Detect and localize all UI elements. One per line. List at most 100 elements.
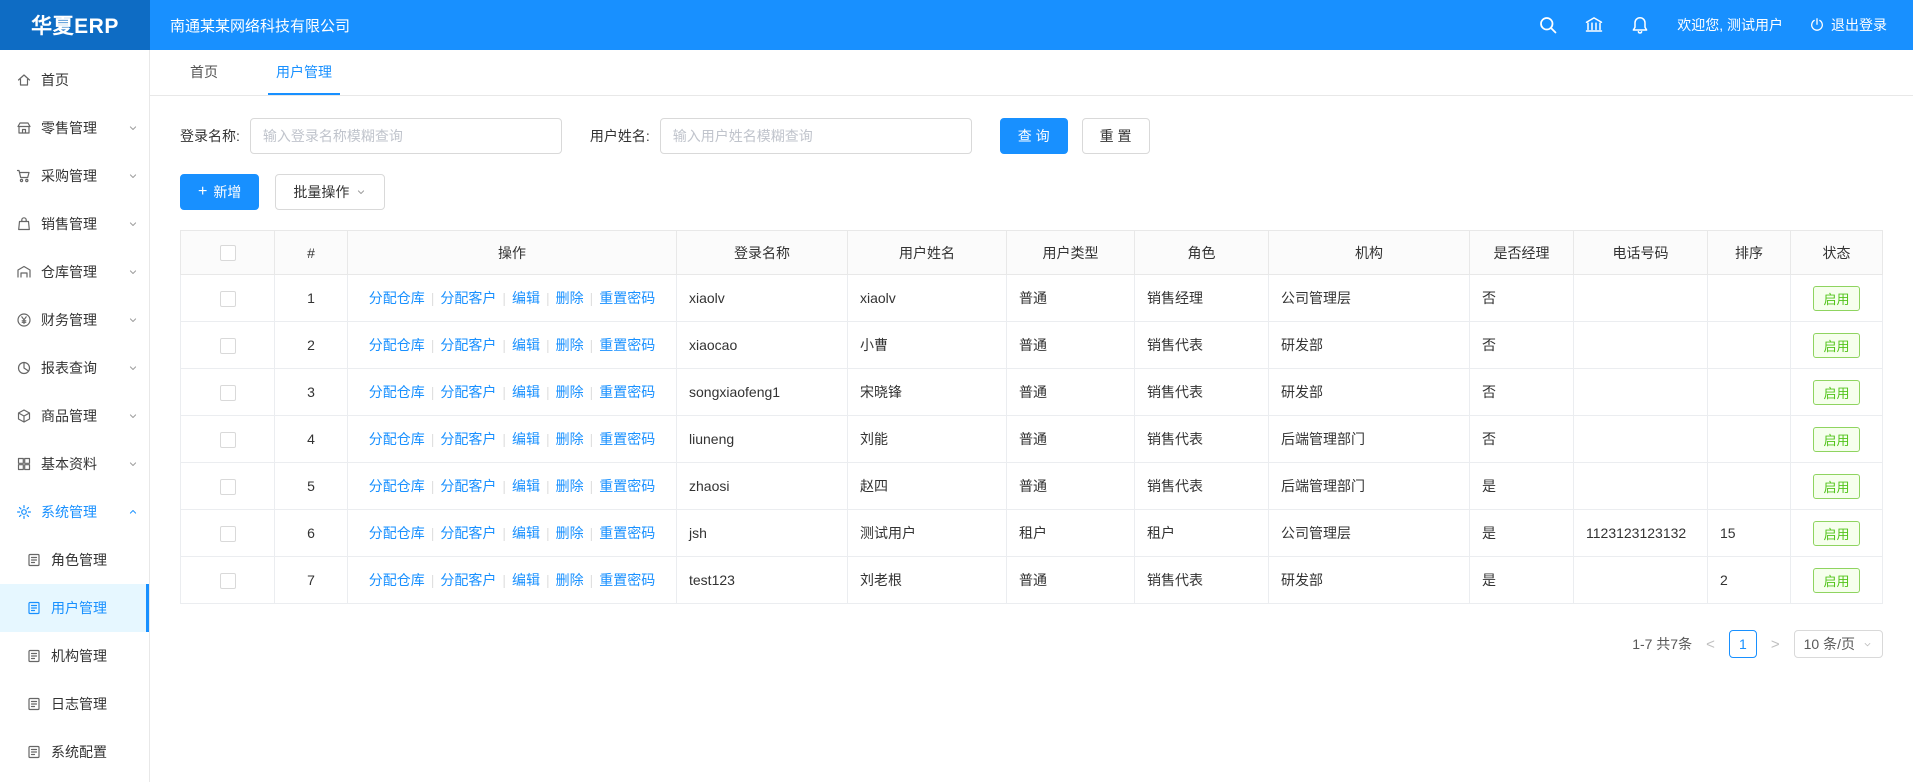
sidebar-item-org-mgmt[interactable]: 机构管理 xyxy=(0,632,149,680)
sidebar-item-system-config[interactable]: 系统配置 xyxy=(0,728,149,776)
action-edit-link[interactable]: 编辑 xyxy=(512,384,540,400)
cell-org: 公司管理层 xyxy=(1269,510,1470,557)
user-name-input[interactable] xyxy=(660,118,972,154)
page-1-button[interactable]: 1 xyxy=(1729,630,1757,658)
row-checkbox[interactable] xyxy=(220,479,236,495)
sidebar-item-label: 角色管理 xyxy=(51,550,139,570)
row-checkbox[interactable] xyxy=(220,385,236,401)
select-all-checkbox[interactable] xyxy=(220,245,236,261)
action-reset-password-link[interactable]: 重置密码 xyxy=(599,525,655,541)
cell-status: 启用 xyxy=(1791,322,1883,369)
row-checkbox[interactable] xyxy=(220,338,236,354)
sidebar-item-label: 系统管理 xyxy=(41,502,127,522)
action-reset-password-link[interactable]: 重置密码 xyxy=(599,431,655,447)
bank-icon[interactable] xyxy=(1584,15,1604,35)
cell-name: 刘老根 xyxy=(848,557,1007,604)
sidebar-item-finance[interactable]: 财务管理 xyxy=(0,296,149,344)
cell-phone xyxy=(1574,463,1708,510)
action-edit-link[interactable]: 编辑 xyxy=(512,478,540,494)
action-assign-customer-link[interactable]: 分配客户 xyxy=(440,431,496,447)
row-checkbox[interactable] xyxy=(220,573,236,589)
search-button[interactable]: 查 询 xyxy=(1000,118,1068,154)
action-assign-customer-link[interactable]: 分配客户 xyxy=(440,572,496,588)
sidebar-item-log-mgmt[interactable]: 日志管理 xyxy=(0,680,149,728)
sidebar-item-system[interactable]: 系统管理 xyxy=(0,488,149,536)
action-edit-link[interactable]: 编辑 xyxy=(512,525,540,541)
sidebar-item-purchase[interactable]: 采购管理 xyxy=(0,152,149,200)
action-reset-password-link[interactable]: 重置密码 xyxy=(599,337,655,353)
prev-page-button[interactable]: < xyxy=(1704,636,1717,653)
row-checkbox[interactable] xyxy=(220,432,236,448)
batch-operations-button[interactable]: 批量操作 xyxy=(275,174,385,210)
action-delete-link[interactable]: 删除 xyxy=(556,478,584,494)
logout-button[interactable]: 退出登录 xyxy=(1809,15,1887,35)
sidebar-item-retail[interactable]: 零售管理 xyxy=(0,104,149,152)
action-assign-customer-link[interactable]: 分配客户 xyxy=(440,384,496,400)
reset-button[interactable]: 重 置 xyxy=(1082,118,1150,154)
document-icon xyxy=(26,696,42,712)
sidebar-item-home[interactable]: 首页 xyxy=(0,56,149,104)
action-assign-warehouse-link[interactable]: 分配仓库 xyxy=(369,337,425,353)
sidebar-item-role-mgmt[interactable]: 角色管理 xyxy=(0,536,149,584)
action-assign-warehouse-link[interactable]: 分配仓库 xyxy=(369,384,425,400)
action-reset-password-link[interactable]: 重置密码 xyxy=(599,572,655,588)
action-assign-customer-link[interactable]: 分配客户 xyxy=(440,478,496,494)
sidebar-item-goods[interactable]: 商品管理 xyxy=(0,392,149,440)
status-badge[interactable]: 启用 xyxy=(1813,286,1859,311)
status-badge[interactable]: 启用 xyxy=(1813,521,1859,546)
status-badge[interactable]: 启用 xyxy=(1813,333,1859,358)
action-delete-link[interactable]: 删除 xyxy=(556,290,584,306)
sidebar-item-label: 商品管理 xyxy=(41,406,127,426)
sidebar-item-sales[interactable]: 销售管理 xyxy=(0,200,149,248)
action-assign-customer-link[interactable]: 分配客户 xyxy=(440,337,496,353)
action-delete-link[interactable]: 删除 xyxy=(556,431,584,447)
sidebar-item-basic-data[interactable]: 基本资料 xyxy=(0,440,149,488)
action-delete-link[interactable]: 删除 xyxy=(556,337,584,353)
column-header: 操作 xyxy=(348,231,677,275)
status-badge[interactable]: 启用 xyxy=(1813,427,1859,452)
document-icon xyxy=(26,552,42,568)
action-assign-warehouse-link[interactable]: 分配仓库 xyxy=(369,525,425,541)
cell-name: 赵四 xyxy=(848,463,1007,510)
page-size-select[interactable]: 10 条/页 xyxy=(1794,630,1883,658)
status-badge[interactable]: 启用 xyxy=(1813,380,1859,405)
cell-sort xyxy=(1708,275,1791,322)
action-delete-link[interactable]: 删除 xyxy=(556,384,584,400)
status-badge[interactable]: 启用 xyxy=(1813,568,1859,593)
cell-manager: 否 xyxy=(1470,322,1574,369)
tab-user-management[interactable]: 用户管理 xyxy=(268,51,340,95)
action-edit-link[interactable]: 编辑 xyxy=(512,290,540,306)
action-reset-password-link[interactable]: 重置密码 xyxy=(599,384,655,400)
add-button[interactable]: + 新增 xyxy=(180,174,259,210)
bell-icon[interactable] xyxy=(1630,15,1650,35)
sidebar-item-report[interactable]: 报表查询 xyxy=(0,344,149,392)
row-checkbox[interactable] xyxy=(220,291,236,307)
action-reset-password-link[interactable]: 重置密码 xyxy=(599,478,655,494)
action-reset-password-link[interactable]: 重置密码 xyxy=(599,290,655,306)
column-header: 用户类型 xyxy=(1007,231,1135,275)
finance-icon xyxy=(16,312,32,328)
action-assign-warehouse-link[interactable]: 分配仓库 xyxy=(369,572,425,588)
action-assign-customer-link[interactable]: 分配客户 xyxy=(440,290,496,306)
action-assign-customer-link[interactable]: 分配客户 xyxy=(440,525,496,541)
tab-home[interactable]: 首页 xyxy=(182,51,226,95)
action-delete-link[interactable]: 删除 xyxy=(556,525,584,541)
action-edit-link[interactable]: 编辑 xyxy=(512,337,540,353)
status-badge[interactable]: 启用 xyxy=(1813,474,1859,499)
document-icon xyxy=(26,648,42,664)
row-checkbox[interactable] xyxy=(220,526,236,542)
action-assign-warehouse-link[interactable]: 分配仓库 xyxy=(369,478,425,494)
column-header: 机构 xyxy=(1269,231,1470,275)
action-assign-warehouse-link[interactable]: 分配仓库 xyxy=(369,431,425,447)
sidebar-item-warehouse[interactable]: 仓库管理 xyxy=(0,248,149,296)
action-delete-link[interactable]: 删除 xyxy=(556,572,584,588)
sidebar-item-user-mgmt[interactable]: 用户管理 xyxy=(0,584,149,632)
cell-phone xyxy=(1574,416,1708,463)
action-edit-link[interactable]: 编辑 xyxy=(512,431,540,447)
login-name-input[interactable] xyxy=(250,118,562,154)
search-icon[interactable] xyxy=(1538,15,1558,35)
action-assign-warehouse-link[interactable]: 分配仓库 xyxy=(369,290,425,306)
next-page-button[interactable]: > xyxy=(1769,636,1782,653)
action-separator: | xyxy=(546,525,550,541)
action-edit-link[interactable]: 编辑 xyxy=(512,572,540,588)
